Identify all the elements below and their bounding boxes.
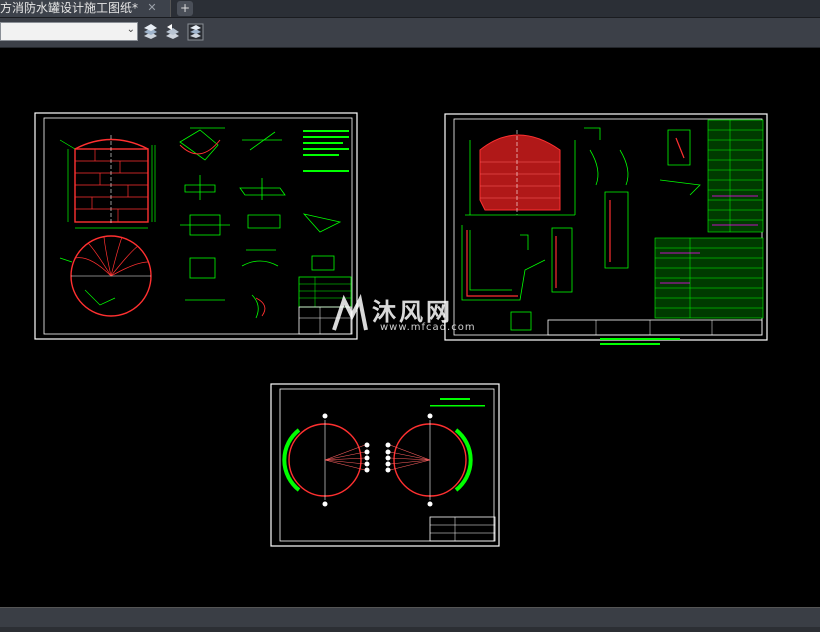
close-icon[interactable]: ✕ — [146, 1, 158, 14]
drawing-sheet-1 — [34, 112, 358, 340]
status-bar — [0, 607, 820, 632]
drawing-sheet-3 — [270, 383, 500, 547]
tab-label: 方消防水罐设计施工图纸* — [0, 1, 139, 15]
document-tab-bar: 方消防水罐设计施工图纸* ✕ + — [0, 0, 820, 18]
chevron-down-icon: ⌄ — [126, 24, 135, 35]
drawing-canvas[interactable]: 沐风网 www.mfcad.com — [0, 48, 820, 608]
tab-active-drawing[interactable]: 方消防水罐设计施工图纸* ✕ — [0, 0, 171, 17]
watermark-logo-icon — [332, 294, 368, 331]
layer-states-icon[interactable] — [187, 23, 204, 41]
status-strip — [0, 627, 820, 632]
layer-previous-icon[interactable] — [164, 23, 181, 41]
layer-match-icon[interactable] — [142, 23, 159, 41]
watermark: 沐风网 www.mfcad.com — [330, 292, 490, 338]
drawing-sheet-2 — [444, 113, 768, 345]
new-tab-button[interactable]: + — [177, 1, 193, 16]
layer-dropdown[interactable]: ⌄ — [0, 22, 138, 41]
layer-toolbar: ⌄ — [0, 18, 820, 48]
watermark-url: www.mfcad.com — [380, 322, 476, 333]
